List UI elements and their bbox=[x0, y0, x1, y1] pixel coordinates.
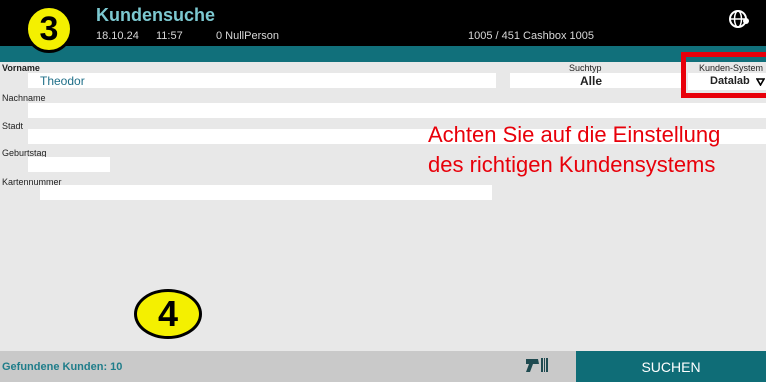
step-3-badge: 3 bbox=[25, 5, 73, 53]
nachname-label: Nachname bbox=[2, 93, 46, 103]
vorname-field[interactable]: Theodor bbox=[28, 73, 496, 88]
suchtyp-label: Suchtyp bbox=[569, 63, 602, 73]
kartennummer-field[interactable] bbox=[40, 185, 492, 200]
step-4-badge: 4 bbox=[134, 289, 202, 339]
geburtstag-field[interactable] bbox=[28, 157, 110, 172]
vorname-value: Theodor bbox=[40, 74, 85, 88]
page-title: Kundensuche bbox=[96, 5, 216, 25]
barcode-scanner-icon[interactable] bbox=[525, 356, 549, 374]
header-person: 0 NullPerson bbox=[216, 30, 279, 42]
header-date: 18.10.24 bbox=[96, 30, 139, 42]
kundensystem-highlight-box bbox=[681, 52, 766, 98]
header-cashbox: 1005 / 451 Cashbox 1005 bbox=[468, 30, 594, 42]
vorname-label: Vorname bbox=[2, 63, 40, 73]
callout-text: Achten Sie auf die Einstellung des richt… bbox=[428, 122, 721, 177]
nachname-field[interactable] bbox=[28, 103, 766, 118]
header-time: 11:57 bbox=[156, 30, 183, 42]
found-customers-status: Gefundene Kunden: 10 bbox=[2, 361, 123, 373]
suchtyp-value: Alle bbox=[580, 74, 603, 88]
suchtyp-select[interactable]: Alle bbox=[510, 73, 686, 88]
search-button[interactable]: SUCHEN bbox=[576, 351, 766, 382]
stadt-label: Stadt bbox=[2, 121, 24, 131]
header-accent-strip bbox=[0, 46, 766, 62]
language-globe-icon[interactable] bbox=[728, 8, 750, 30]
